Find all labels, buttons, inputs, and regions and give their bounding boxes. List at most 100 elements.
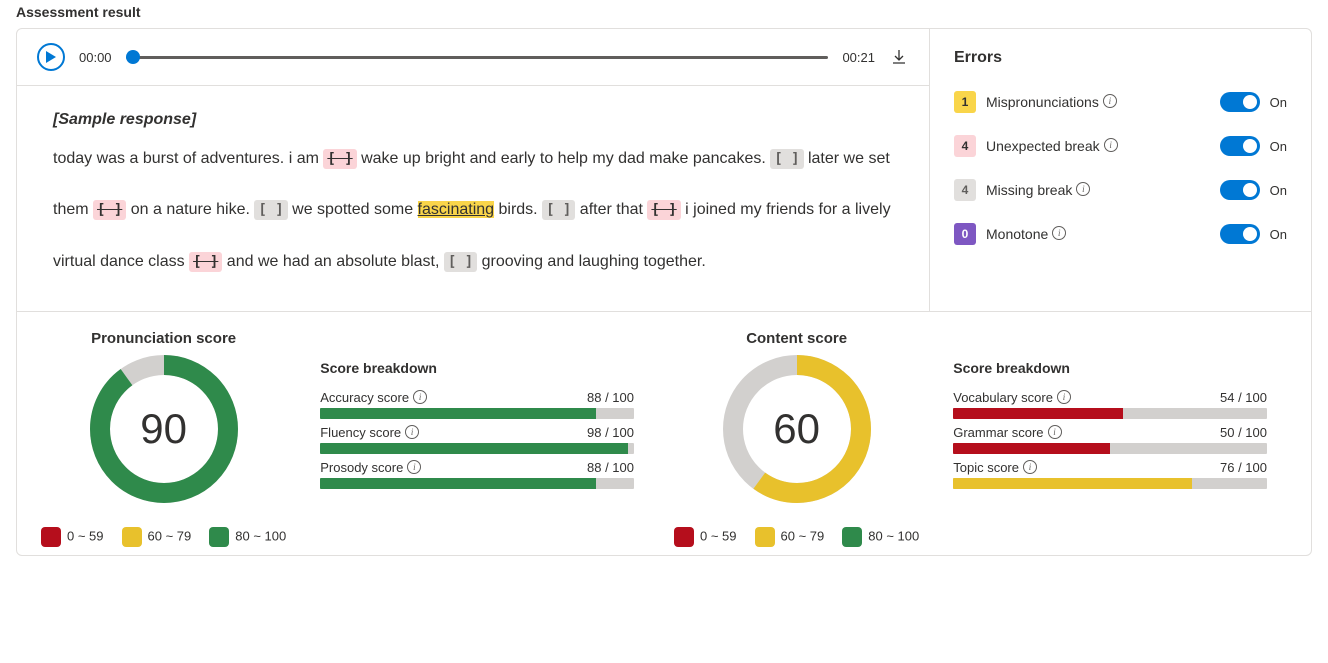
- breakdown-title: Score breakdown: [953, 360, 1267, 376]
- unexpected-break-icon[interactable]: [ ]: [323, 149, 356, 169]
- error-toggle[interactable]: [1220, 180, 1260, 200]
- info-icon[interactable]: i: [1048, 425, 1062, 439]
- legend-swatch: [755, 527, 775, 547]
- seek-thumb[interactable]: [126, 50, 140, 64]
- breakdown-value: 50 / 100: [1220, 425, 1267, 440]
- error-label: Unexpected breaki: [986, 138, 1220, 154]
- info-icon[interactable]: i: [1057, 390, 1071, 404]
- transcript: [Sample response] today was a burst of a…: [17, 86, 929, 311]
- error-toggle[interactable]: [1220, 92, 1260, 112]
- score-value: 60: [723, 355, 871, 503]
- legend-item: 0 ~ 59: [674, 527, 737, 547]
- legend-swatch: [209, 527, 229, 547]
- download-button[interactable]: [889, 47, 909, 67]
- mispronunciation-word[interactable]: fascinating: [418, 201, 495, 218]
- info-icon[interactable]: i: [1103, 94, 1117, 108]
- info-icon[interactable]: i: [1052, 226, 1066, 240]
- score-title: Pronunciation score: [91, 330, 236, 347]
- info-icon[interactable]: i: [1104, 138, 1118, 152]
- breakdown-label: Topic scorei: [953, 460, 1037, 475]
- breakdown-bar: [953, 443, 1267, 454]
- unexpected-break-icon[interactable]: [ ]: [647, 200, 680, 220]
- legend-item: 60 ~ 79: [122, 527, 192, 547]
- legend-item: 80 ~ 100: [209, 527, 286, 547]
- audio-player: 00:00 00:21: [17, 29, 929, 86]
- toggle-state-label: On: [1270, 183, 1287, 198]
- info-icon[interactable]: i: [405, 425, 419, 439]
- errors-panel: Errors 1MispronunciationsiOn4Unexpected …: [929, 29, 1311, 311]
- legend-swatch: [674, 527, 694, 547]
- info-icon[interactable]: i: [1076, 182, 1090, 196]
- error-label: Monotonei: [986, 226, 1220, 242]
- error-count-badge: 4: [954, 179, 976, 201]
- breakdown-value: 54 / 100: [1220, 390, 1267, 405]
- breakdown-row: Fluency scorei 98 / 100: [320, 425, 634, 454]
- breakdown-title: Score breakdown: [320, 360, 634, 376]
- error-count-badge: 1: [954, 91, 976, 113]
- breakdown-row: Topic scorei 76 / 100: [953, 460, 1267, 489]
- breakdown-bar: [320, 443, 634, 454]
- breakdown-label: Fluency scorei: [320, 425, 419, 440]
- breakdown-row: Vocabulary scorei 54 / 100: [953, 390, 1267, 419]
- error-label: Missing breaki: [986, 182, 1220, 198]
- breakdown-value: 88 / 100: [587, 390, 634, 405]
- score-donut: 60: [723, 355, 871, 503]
- error-label: Mispronunciationsi: [986, 94, 1220, 110]
- breakdown-label: Prosody scorei: [320, 460, 421, 475]
- legend-swatch: [41, 527, 61, 547]
- score-value: 90: [90, 355, 238, 503]
- score-legend: 0 ~ 59 60 ~ 79 80 ~ 100: [41, 527, 286, 547]
- legend-swatch: [122, 527, 142, 547]
- error-count-badge: 0: [954, 223, 976, 245]
- legend-swatch: [842, 527, 862, 547]
- transcript-text: today was a burst of adventures. i am [ …: [53, 150, 891, 269]
- legend-item: 0 ~ 59: [41, 527, 104, 547]
- sample-response-label: [Sample response]: [53, 110, 901, 129]
- unexpected-break-icon[interactable]: [ ]: [189, 252, 222, 272]
- error-row: 1 Mispronunciationsi On: [954, 91, 1287, 113]
- info-icon[interactable]: i: [1023, 460, 1037, 474]
- error-row: 4 Missing breaki On: [954, 179, 1287, 201]
- breakdown-label: Accuracy scorei: [320, 390, 427, 405]
- info-icon[interactable]: i: [407, 460, 421, 474]
- missing-break-icon[interactable]: [ ]: [444, 252, 477, 272]
- error-row: 0 Monotonei On: [954, 223, 1287, 245]
- breakdown-bar: [320, 478, 634, 489]
- error-toggle[interactable]: [1220, 136, 1260, 156]
- page-title: Assessment result: [16, 4, 1312, 20]
- breakdown-value: 76 / 100: [1220, 460, 1267, 475]
- breakdown-row: Grammar scorei50 / 100: [953, 425, 1267, 454]
- legend-item: 60 ~ 79: [755, 527, 825, 547]
- missing-break-icon[interactable]: [ ]: [770, 149, 803, 169]
- breakdown-row: Prosody scorei 88 / 100: [320, 460, 634, 489]
- error-count-badge: 4: [954, 135, 976, 157]
- seek-track[interactable]: [126, 47, 829, 67]
- info-icon[interactable]: i: [413, 390, 427, 404]
- breakdown-label: Vocabulary scorei: [953, 390, 1071, 405]
- toggle-state-label: On: [1270, 139, 1287, 154]
- breakdown-value: 88 / 100: [587, 460, 634, 475]
- breakdown-bar: [320, 408, 634, 419]
- legend-item: 80 ~ 100: [842, 527, 919, 547]
- unexpected-break-icon[interactable]: [ ]: [93, 200, 126, 220]
- play-button[interactable]: [37, 43, 65, 71]
- time-current: 00:00: [79, 50, 112, 65]
- score-donut: 90: [90, 355, 238, 503]
- error-toggle[interactable]: [1220, 224, 1260, 244]
- scores-section: Pronunciation score 90 0 ~ 59 60 ~ 79 80 ~ 1…: [17, 311, 1311, 555]
- error-row: 4 Unexpected breaki On: [954, 135, 1287, 157]
- score-title: Content score: [746, 330, 847, 347]
- score-legend: 0 ~ 59 60 ~ 79 80 ~ 100: [674, 527, 919, 547]
- breakdown-bar: [953, 478, 1267, 489]
- breakdown-row: Accuracy scorei 88 / 100: [320, 390, 634, 419]
- play-icon: [46, 51, 56, 63]
- missing-break-icon[interactable]: [ ]: [254, 200, 287, 220]
- breakdown-bar: [953, 408, 1267, 419]
- toggle-state-label: On: [1270, 95, 1287, 110]
- download-icon: [891, 49, 907, 65]
- time-duration: 00:21: [842, 50, 875, 65]
- missing-break-icon[interactable]: [ ]: [542, 200, 575, 220]
- toggle-state-label: On: [1270, 227, 1287, 242]
- assessment-panel: 00:00 00:21 [Sample response] today was …: [16, 28, 1312, 556]
- breakdown-value: 98 / 100: [587, 425, 634, 440]
